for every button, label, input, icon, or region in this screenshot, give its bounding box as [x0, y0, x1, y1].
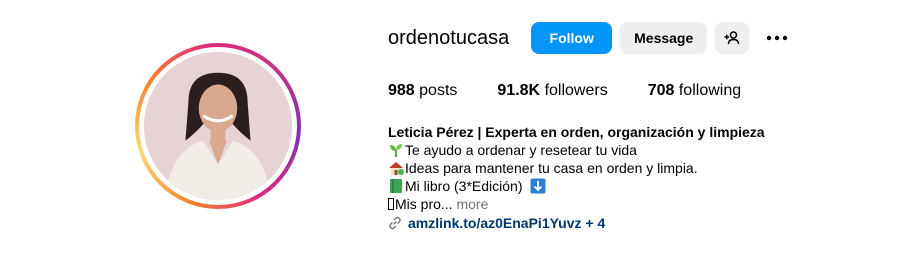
bio-name: Leticia Pérez | Experta en orden, organi…	[388, 124, 765, 140]
followers-count: 91.8K	[497, 82, 541, 99]
bio-line: Te ayudo a ordenar y resetear tu vida	[388, 141, 765, 159]
seedling-icon	[390, 144, 402, 157]
bio-line: Mi libro (3*Edición)	[388, 177, 765, 195]
story-ring[interactable]	[135, 43, 301, 209]
missing-glyph-icon	[388, 198, 394, 210]
posts-label: posts	[419, 82, 458, 99]
posts-count: 988	[388, 82, 415, 99]
more-options-button[interactable]	[761, 22, 793, 54]
house-icon	[389, 162, 404, 175]
down-arrow-icon	[530, 178, 546, 194]
more-link[interactable]: more	[456, 196, 488, 212]
green-book-icon	[390, 179, 402, 193]
avatar-photo	[144, 52, 292, 200]
more-icon	[767, 35, 788, 41]
profile-header: ordenotucasa Follow Message	[388, 22, 793, 54]
add-person-icon	[724, 31, 740, 45]
bio-line: Mis pro... more	[388, 195, 765, 213]
profile-stats: 988 posts 91.8K followers 708 following	[388, 82, 781, 100]
link-icon	[389, 216, 401, 230]
followers-stat[interactable]: 91.8K followers	[497, 82, 607, 100]
suggested-accounts-button[interactable]	[715, 22, 750, 54]
following-count: 708	[647, 82, 675, 99]
follow-button[interactable]: Follow	[531, 22, 613, 54]
bio-line: Ideas para mantener tu casa en orden y l…	[388, 159, 765, 177]
posts-stat: 988 posts	[388, 82, 457, 100]
username: ordenotucasa	[388, 26, 510, 49]
message-button[interactable]: Message	[620, 22, 708, 54]
bio-link-text[interactable]: amzlink.to/az0EnaPi1Yuvz + 4	[408, 214, 605, 232]
bio-link[interactable]: amzlink.to/az0EnaPi1Yuvz + 4	[388, 214, 765, 232]
avatar-gap	[139, 47, 297, 205]
following-stat[interactable]: 708 following	[648, 82, 741, 100]
following-label: following	[678, 82, 742, 99]
followers-label: followers	[544, 82, 608, 99]
bio-line-2: Ideas para mantener tu casa en orden y l…	[405, 160, 698, 176]
bio-line-3: Mi libro (3*Edición)	[405, 178, 523, 194]
bio-line-1: Te ayudo a ordenar y resetear tu vida	[405, 142, 637, 158]
bio-line-4: Mis pro...	[395, 196, 453, 212]
profile-bio: Leticia Pérez | Experta en orden, organi…	[388, 123, 765, 232]
avatar[interactable]	[144, 52, 292, 200]
